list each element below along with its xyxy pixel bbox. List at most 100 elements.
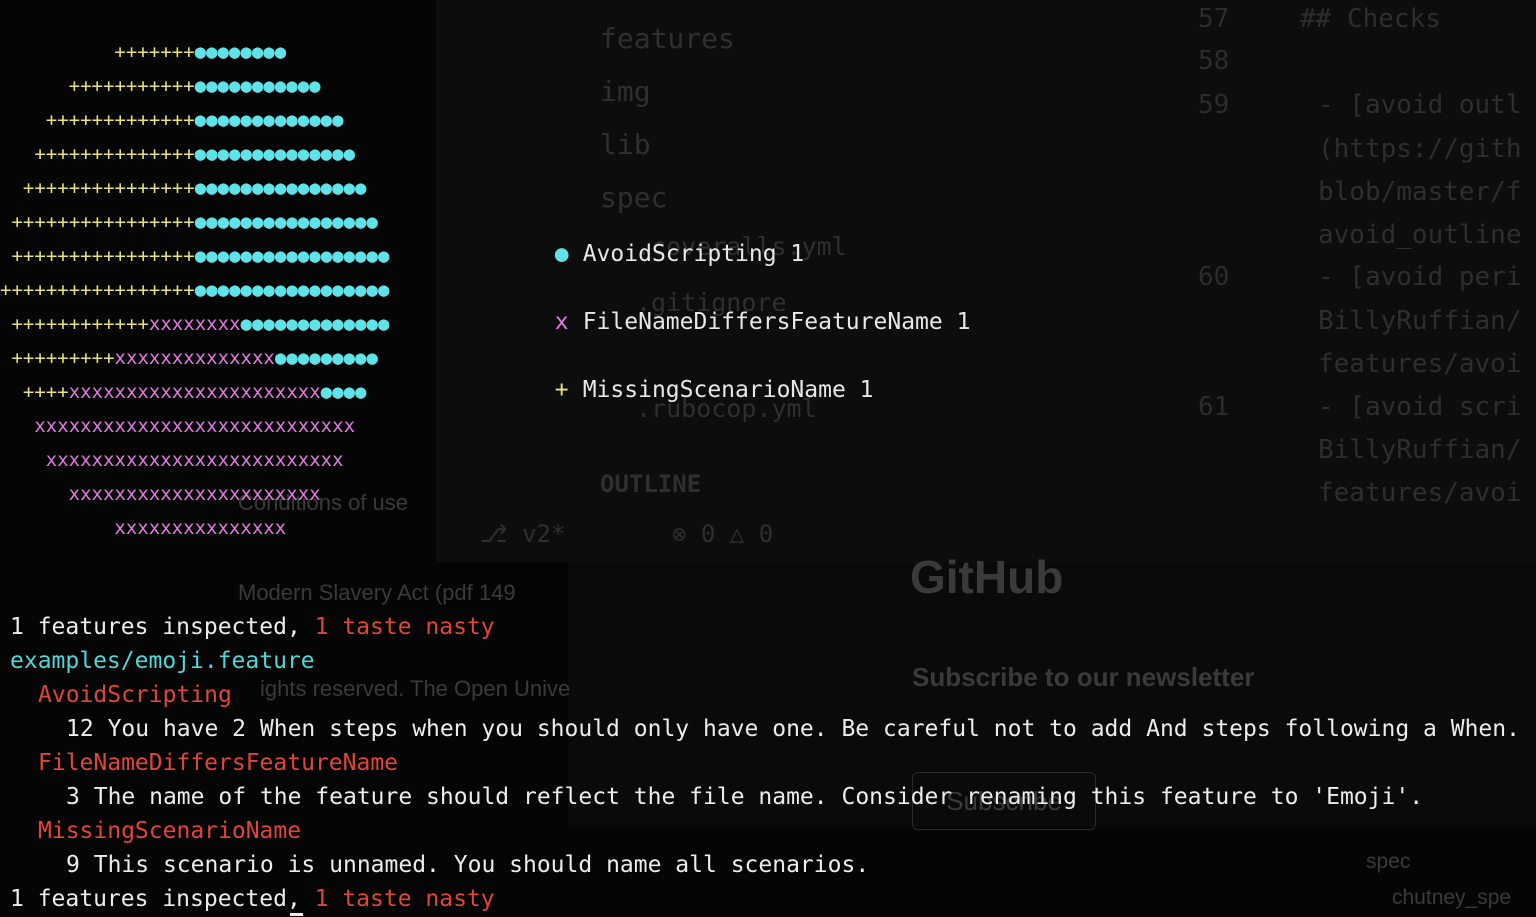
legend-label: MissingScenarioName 1 bbox=[582, 377, 874, 403]
chart-mark-FileNameDiffersFeatureName: x bbox=[263, 415, 275, 437]
chart-mark-FileNameDiffersFeatureName: x bbox=[183, 449, 195, 471]
chart-mark-MissingScenarioName: + bbox=[45, 245, 58, 267]
chart-mark-MissingScenarioName: + bbox=[171, 75, 184, 97]
chart-mark-AvoidScripting: ● bbox=[343, 177, 356, 199]
chart-mark-AvoidScripting: ● bbox=[332, 279, 344, 301]
finder-folder-spec[interactable]: spec bbox=[1366, 850, 1410, 874]
tree-item-features[interactable]: features bbox=[600, 22, 735, 55]
chart-mark-MissingScenarioName: + bbox=[80, 279, 92, 301]
chart-mark-AvoidScripting: ● bbox=[194, 75, 207, 97]
chart-mark-AvoidScripting: ● bbox=[217, 41, 229, 63]
chart-mark-AvoidScripting: ● bbox=[286, 143, 298, 165]
chart-mark-FileNameDiffersFeatureName: x bbox=[125, 415, 138, 437]
chart-mark-FileNameDiffersFeatureName: x bbox=[274, 381, 287, 403]
chart-mark-AvoidScripting: ● bbox=[229, 177, 241, 199]
chart-mark-MissingScenarioName: + bbox=[183, 109, 195, 131]
chart-mark-FileNameDiffersFeatureName: x bbox=[160, 517, 172, 539]
chart-mark-FileNameDiffersFeatureName: x bbox=[228, 517, 241, 539]
chart-mark-AvoidScripting: ● bbox=[217, 75, 229, 97]
chart-mark-MissingScenarioName: + bbox=[103, 177, 115, 199]
final-summary-line: 1 features inspected, 1 taste nasty bbox=[10, 886, 495, 912]
chart-mark-FileNameDiffersFeatureName: x bbox=[217, 381, 230, 403]
chart-mark-FileNameDiffersFeatureName: x bbox=[68, 449, 81, 471]
chart-mark-AvoidScripting: ● bbox=[194, 109, 207, 131]
chart-row: xxxxxxxxxxxxxxxxxxxxxx bbox=[0, 479, 389, 509]
footer-link-slavery-act[interactable]: Modern Slavery Act (pdf 149 bbox=[238, 580, 516, 606]
chart-mark-AvoidScripting: ● bbox=[274, 177, 287, 199]
chart-mark-MissingScenarioName: + bbox=[57, 177, 69, 199]
line-number: 59 bbox=[1198, 90, 1230, 120]
chart-mark-FileNameDiffersFeatureName: x bbox=[263, 483, 275, 505]
chart-mark-FileNameDiffersFeatureName: x bbox=[206, 381, 218, 403]
chart-mark-AvoidScripting: ● bbox=[332, 347, 344, 369]
chart-mark-FileNameDiffersFeatureName: x bbox=[148, 517, 161, 539]
chart-mark-AvoidScripting: ● bbox=[320, 381, 333, 403]
chart-mark-FileNameDiffersFeatureName: x bbox=[68, 381, 81, 403]
code-line: features/avoi bbox=[1318, 349, 1522, 379]
chart-mark-AvoidScripting: ● bbox=[343, 211, 356, 233]
terminal-cursor[interactable] bbox=[290, 913, 303, 916]
chart-mark-MissingScenarioName: + bbox=[137, 279, 149, 301]
chart-mark-AvoidScripting: ● bbox=[217, 211, 230, 233]
chart-mark-AvoidScripting: ● bbox=[251, 143, 264, 165]
chart-mark-AvoidScripting: ● bbox=[332, 245, 344, 267]
chart-mark-MissingScenarioName: + bbox=[91, 177, 104, 199]
chart-mark-MissingScenarioName: + bbox=[171, 177, 184, 199]
chart-mark-AvoidScripting: ● bbox=[366, 279, 378, 301]
chart-mark-MissingScenarioName: + bbox=[103, 313, 115, 335]
chart-mark-FileNameDiffersFeatureName: x bbox=[309, 381, 321, 403]
tree-item-lib[interactable]: lib bbox=[600, 128, 651, 161]
chart-mark-MissingScenarioName: + bbox=[68, 177, 81, 199]
chart-mark-AvoidScripting: ● bbox=[320, 143, 333, 165]
chart-mark-AvoidScripting: ● bbox=[194, 245, 207, 267]
chart-mark-FileNameDiffersFeatureName: x bbox=[45, 415, 58, 437]
outline-panel-header[interactable]: OUTLINE bbox=[600, 470, 701, 498]
chart-mark-AvoidScripting: ● bbox=[194, 177, 207, 199]
chart-mark-MissingScenarioName: + bbox=[103, 211, 115, 233]
tree-item-img[interactable]: img bbox=[600, 75, 651, 108]
chart-mark-AvoidScripting: ● bbox=[297, 347, 310, 369]
chart-mark-AvoidScripting: ● bbox=[274, 313, 287, 335]
chart-mark-MissingScenarioName: + bbox=[137, 245, 149, 267]
chart-mark-FileNameDiffersFeatureName: x bbox=[68, 483, 81, 505]
chart-mark-FileNameDiffersFeatureName: x bbox=[171, 415, 184, 437]
chart-mark-AvoidScripting: ● bbox=[240, 143, 252, 165]
chart-mark-AvoidScripting: ● bbox=[366, 347, 378, 369]
chart-mark-MissingScenarioName: + bbox=[22, 245, 35, 267]
chart-row: xxxxxxxxxxxxxxx bbox=[0, 513, 389, 543]
chart-mark-FileNameDiffersFeatureName: x bbox=[125, 483, 138, 505]
chart-mark-MissingScenarioName: + bbox=[103, 143, 115, 165]
chart-mark-MissingScenarioName: + bbox=[183, 177, 195, 199]
chart-mark-AvoidScripting: ● bbox=[263, 279, 275, 301]
chart-mark-MissingScenarioName: + bbox=[160, 211, 172, 233]
chart-mark-AvoidScripting: ● bbox=[343, 313, 356, 335]
chart-mark-FileNameDiffersFeatureName: x bbox=[103, 449, 115, 471]
chart-mark-AvoidScripting: ● bbox=[286, 177, 298, 199]
chart-mark-MissingScenarioName: + bbox=[183, 245, 195, 267]
chart-mark-FileNameDiffersFeatureName: x bbox=[91, 449, 104, 471]
chart-mark-MissingScenarioName: + bbox=[137, 211, 149, 233]
chart-mark-AvoidScripting: ● bbox=[286, 211, 298, 233]
chart-mark-FileNameDiffersFeatureName: x bbox=[229, 381, 241, 403]
status-branch[interactable]: ⎇ v2* bbox=[480, 520, 565, 548]
chart-mark-AvoidScripting: ● bbox=[217, 109, 230, 131]
chart-mark-AvoidScripting: ● bbox=[194, 41, 207, 63]
chart-row: +++++++++++++++++●●●●●●●●●●●●●●●●● bbox=[0, 275, 389, 305]
finder-file-chutney-spec[interactable]: chutney_spe bbox=[1392, 886, 1511, 910]
chart-mark-AvoidScripting: ● bbox=[206, 41, 218, 63]
chart-mark-FileNameDiffersFeatureName: x bbox=[286, 483, 298, 505]
chart-mark-AvoidScripting: ● bbox=[206, 177, 218, 199]
chart-mark-FileNameDiffersFeatureName: x bbox=[240, 347, 252, 369]
chart-mark-MissingScenarioName: + bbox=[68, 143, 81, 165]
chart-mark-MissingScenarioName: + bbox=[125, 313, 138, 335]
chart-mark-AvoidScripting: ● bbox=[343, 279, 356, 301]
chart-mark-MissingScenarioName: + bbox=[68, 75, 81, 97]
chart-mark-FileNameDiffersFeatureName: x bbox=[297, 381, 310, 403]
chart-mark-MissingScenarioName: + bbox=[0, 279, 12, 301]
chart-mark-FileNameDiffersFeatureName: x bbox=[320, 415, 333, 437]
legend-label: FileNameDiffersFeatureName 1 bbox=[582, 309, 971, 335]
status-problems[interactable]: ⊗ 0 △ 0 bbox=[672, 520, 773, 548]
issue-rule-name: MissingScenarioName bbox=[38, 818, 302, 844]
chart-mark-FileNameDiffersFeatureName: x bbox=[80, 381, 92, 403]
issue-detail: 9 This scenario is unnamed. You should n… bbox=[66, 848, 869, 882]
